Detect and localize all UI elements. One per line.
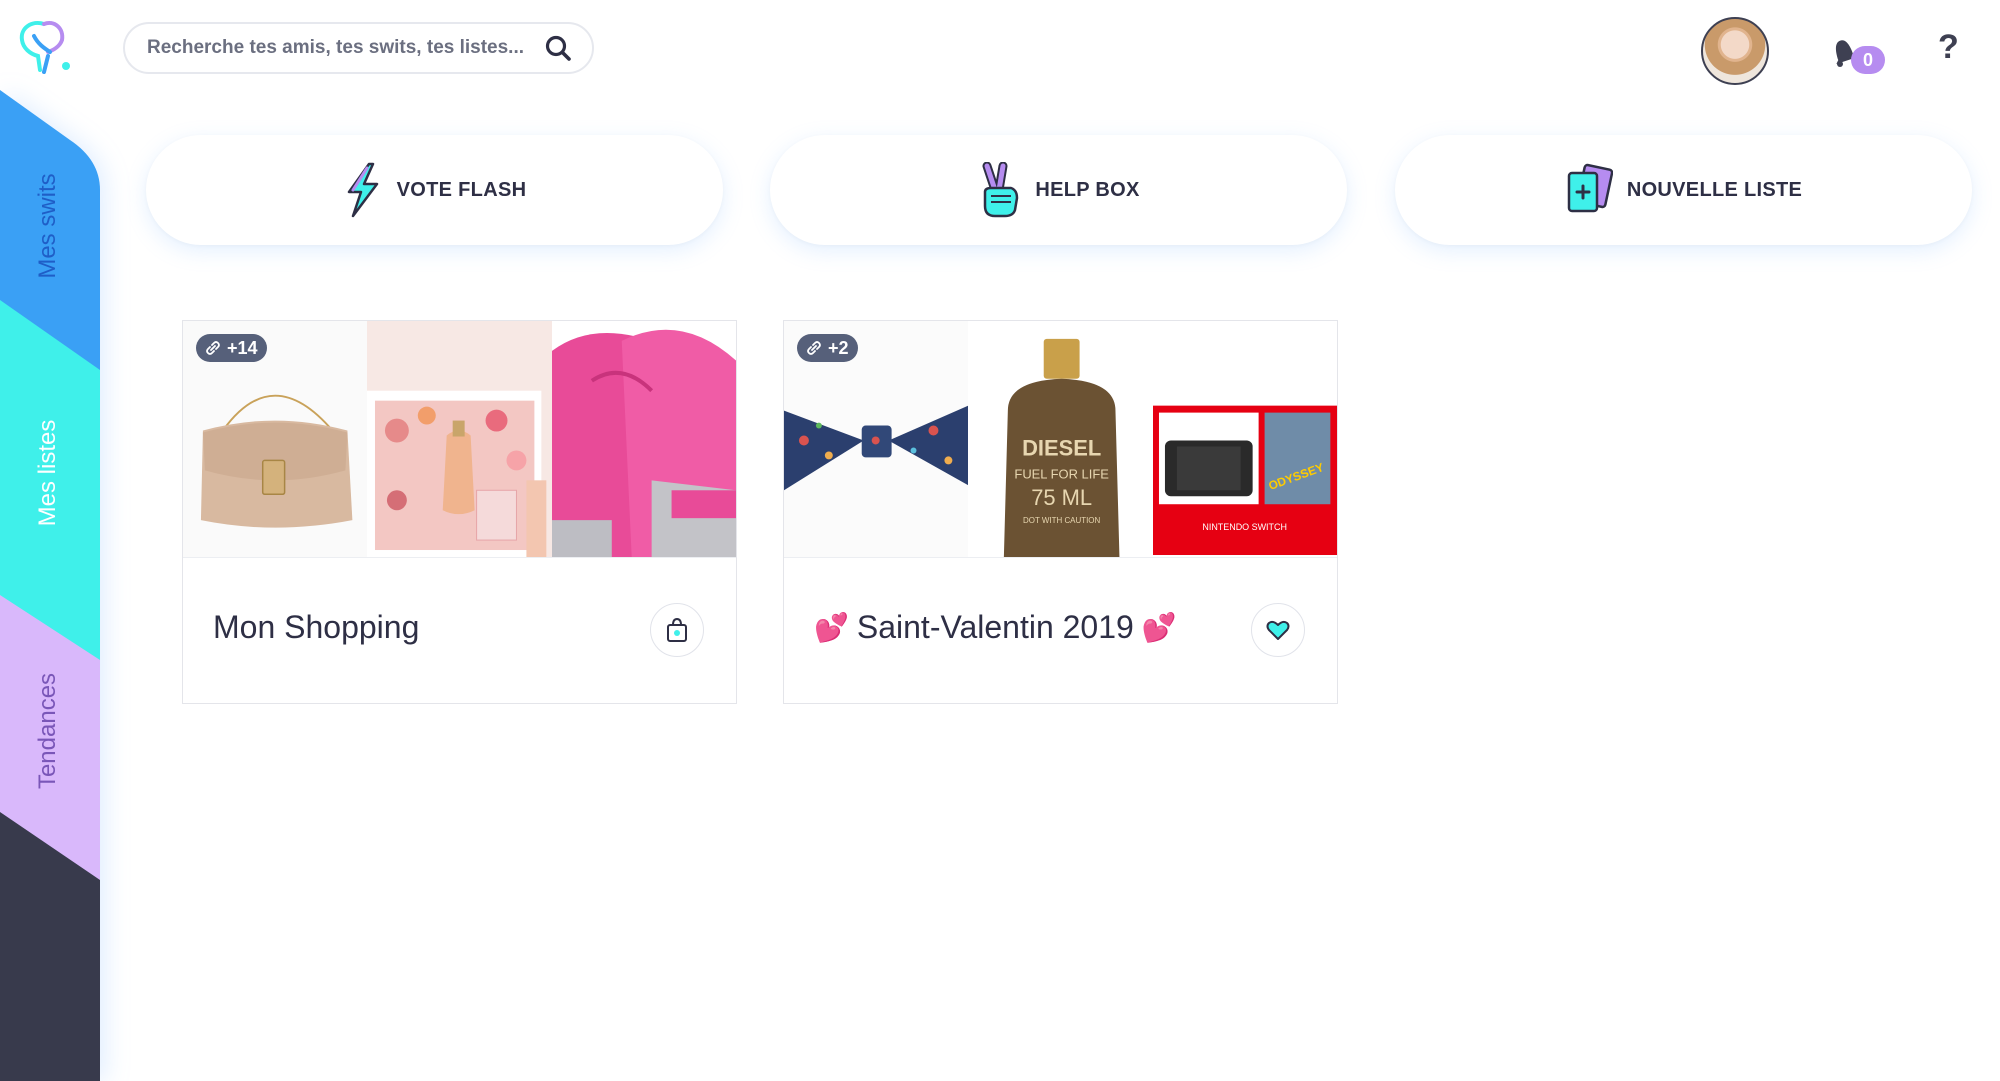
new-list-label: NOUVELLE LISTE: [1626, 178, 1803, 201]
sidebar: Mes swits Mes listes Tendances: [0, 90, 100, 1081]
thumbnail-diesel-perfume: DIESEL FUEL FOR LIFE 75 ML DOT WITH CAUT…: [968, 321, 1153, 557]
search-input[interactable]: [145, 36, 542, 60]
thumbnail-perfume-set: [367, 321, 552, 557]
sidebar-item-tendances[interactable]: Tendances: [34, 661, 62, 801]
list-title: Mon Shopping: [213, 609, 419, 646]
title-emoji-suffix: 💕: [1141, 612, 1177, 643]
perfume-volume-text: 75 ML: [1032, 485, 1093, 510]
list-card-mon-shopping[interactable]: +14 Mon Shopping: [182, 320, 737, 704]
help-box-button[interactable]: HELP BOX: [770, 135, 1347, 245]
lightning-icon: [347, 162, 378, 218]
search-button[interactable]: [542, 32, 574, 64]
sidebar-item-mes-swits[interactable]: Mes swits: [34, 156, 62, 296]
item-count-badge: +2: [797, 334, 858, 362]
list-type-button[interactable]: [1251, 603, 1305, 657]
list-thumbnails: +14: [183, 321, 736, 558]
help-box-label: HELP BOX: [1035, 178, 1140, 201]
link-icon: [807, 341, 821, 355]
sidebar-item-mes-listes[interactable]: Mes listes: [34, 403, 62, 543]
vote-flash-button[interactable]: VOTE FLASH: [146, 135, 723, 245]
list-card-saint-valentin[interactable]: +2 DIESEL FUEL FOR LIFE 75 ML DOT WITH C…: [783, 320, 1338, 704]
perfume-brand-text: DIESEL: [1022, 435, 1101, 460]
list-title: 💕 Saint-Valentin 2019 💕: [814, 609, 1177, 646]
perfume-name-text: FUEL FOR LIFE: [1015, 466, 1110, 481]
list-title-text: Saint-Valentin 2019: [856, 609, 1134, 645]
search-icon: [545, 35, 571, 61]
new-list-cards-icon: [1567, 163, 1613, 213]
title-emoji-prefix: 💕: [814, 612, 849, 643]
perfume-set-image: [367, 390, 547, 557]
perfume-note-text: DOT WITH CAUTION: [1023, 516, 1100, 525]
link-icon: [206, 341, 220, 355]
victory-hand-icon: [982, 162, 1019, 218]
item-count-text: +2: [828, 337, 849, 358]
nintendo-switch-image: ODYSSEY NINTENDO SWITCH: [1152, 405, 1337, 556]
diesel-perfume-image: DIESEL FUEL FOR LIFE 75 ML DOT WITH CAUT…: [1004, 338, 1120, 557]
user-avatar[interactable]: [1701, 17, 1769, 85]
boxing-gloves-image: [551, 329, 736, 557]
thumbnail-nintendo-switch: ODYSSEY NINTENDO SWITCH: [1152, 321, 1337, 557]
list-thumbnails: +2 DIESEL FUEL FOR LIFE 75 ML DOT WITH C…: [784, 321, 1337, 558]
thumbnail-boxing-gloves: [551, 321, 736, 557]
vote-flash-label: VOTE FLASH: [396, 178, 527, 201]
list-type-button[interactable]: [650, 603, 704, 657]
new-list-button[interactable]: NOUVELLE LISTE: [1395, 135, 1972, 245]
console-box-text: NINTENDO SWITCH: [1202, 522, 1287, 532]
notification-count-badge: 0: [1851, 46, 1885, 74]
list-title-text: Mon Shopping: [213, 609, 420, 645]
search-bar[interactable]: [123, 22, 594, 74]
item-count-text: +14: [227, 337, 258, 358]
item-count-badge: +14: [196, 334, 267, 362]
shopping-bag-icon: [667, 617, 687, 642]
logo-icon: [19, 21, 70, 74]
help-button[interactable]: ?: [1938, 28, 1959, 67]
heart-icon: [1266, 620, 1290, 640]
app-logo[interactable]: [14, 16, 74, 78]
